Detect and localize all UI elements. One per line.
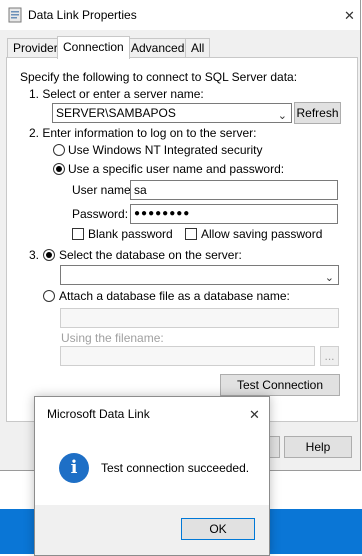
info-icon: i [59,453,89,483]
attach-database-input[interactable] [60,308,339,328]
tab-all[interactable]: All [185,38,211,58]
database-combobox[interactable]: ⌄ [60,265,339,285]
close-icon[interactable]: ✕ [249,407,260,423]
tab-provider[interactable]: Provider [7,38,64,58]
step1-label: 1. Select or enter a server name: [29,87,204,101]
step2-label: 2. Enter information to log on to the se… [29,126,257,140]
message-box-footer: OK [35,505,269,555]
windows-security-radio[interactable] [53,144,65,156]
server-name-combobox[interactable]: SERVER\SAMBAPOS ⌄ [52,103,292,123]
tab-connection[interactable]: Connection [57,36,130,59]
windows-security-label: Use Windows NT Integrated security [68,143,263,157]
ok-button[interactable]: OK [181,518,255,540]
chevron-down-icon[interactable]: ⌄ [325,269,334,284]
help-button[interactable]: Help [284,436,352,458]
username-input[interactable]: sa [130,180,338,200]
select-database-radio[interactable] [43,249,55,261]
data-link-icon [8,7,22,23]
filename-input[interactable] [60,346,315,366]
browse-button[interactable]: ... [320,346,339,366]
message-box: Microsoft Data Link ✕ i Test connection … [34,396,270,556]
allow-saving-password-checkbox[interactable] [185,228,197,240]
window-title: Data Link Properties [28,8,137,22]
tab-advanced[interactable]: Advanced [125,38,191,58]
using-filename-label: Using the filename: [61,331,164,345]
step3-number: 3. [29,248,40,262]
chevron-down-icon[interactable]: ⌄ [278,107,287,122]
attach-file-label: Attach a database file as a database nam… [59,289,290,303]
instruction-text: Specify the following to connect to SQL … [20,70,298,84]
message-text: Test connection succeeded. [101,461,250,475]
blank-password-label: Blank password [88,227,173,241]
attach-file-radio[interactable] [43,290,55,302]
blank-password-checkbox[interactable] [72,228,84,240]
select-database-label: Select the database on the server: [59,248,242,262]
message-box-title: Microsoft Data Link [47,407,150,421]
password-input[interactable]: ●●●●●●●● [130,204,338,224]
server-name-value: SERVER\SAMBAPOS [56,106,176,120]
title-bar: Data Link Properties ✕ [0,0,360,30]
test-connection-button[interactable]: Test Connection [220,374,340,396]
specific-user-radio[interactable] [53,163,65,175]
close-icon[interactable]: ✕ [344,8,355,24]
username-label: User name: [72,183,135,197]
refresh-button[interactable]: Refresh [294,102,341,124]
specific-user-label: Use a specific user name and password: [68,162,285,176]
password-label: Password: [72,207,129,221]
allow-saving-password-label: Allow saving password [201,227,323,241]
